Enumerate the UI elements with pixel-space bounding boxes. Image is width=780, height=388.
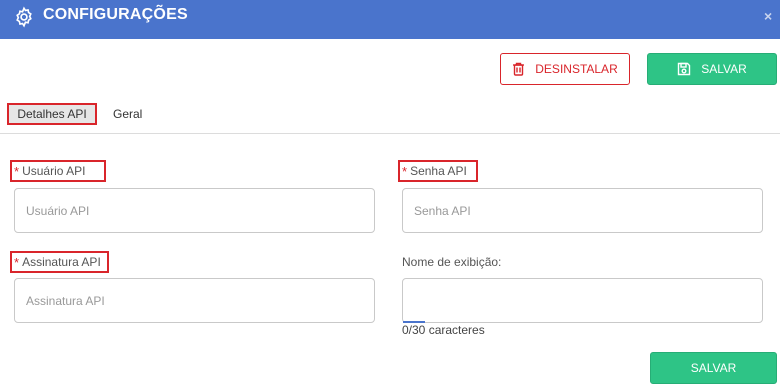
close-icon[interactable]: × [764,9,772,23]
user-api-label: * Usuário API [10,160,106,182]
dialog-title: CONFIGURAÇÕES [43,6,188,23]
uninstall-button-label: DESINSTALAR [535,62,618,76]
trash-icon [513,62,525,76]
required-marker: * [14,254,20,270]
password-api-placeholder: Senha API [414,203,471,218]
tabs-divider [0,133,780,134]
save-button-top[interactable]: SALVAR [647,53,777,85]
user-api-field[interactable]: Usuário API [14,188,375,233]
save-button-top-label: SALVAR [701,62,747,76]
display-name-label: Nome de exibição: [398,251,538,273]
user-api-placeholder: Usuário API [26,203,90,218]
tab-geral-label: Geral [113,107,143,121]
password-api-field[interactable]: Senha API [402,188,763,233]
signature-api-field[interactable]: Assinatura API [14,278,375,323]
password-api-label-text: Senha API [410,164,467,178]
display-name-label-text: Nome de exibição: [402,255,502,269]
signature-api-label-text: Assinatura API [22,255,101,269]
display-name-field[interactable] [402,278,763,323]
uninstall-button[interactable]: DESINSTALAR [500,53,630,85]
character-counter: 0/30 caracteres [402,323,485,337]
required-marker: * [14,163,20,179]
tab-geral[interactable]: Geral [113,103,142,125]
save-button-bottom-label: SALVAR [690,361,737,375]
tab-detalhes-api[interactable]: Detalhes API [7,103,97,125]
dialog-header: CONFIGURAÇÕES × [0,0,780,39]
password-api-label: * Senha API [398,160,478,182]
signature-api-label: * Assinatura API [10,251,109,273]
required-marker: * [402,163,408,179]
tab-detalhes-api-label: Detalhes API [17,107,87,121]
signature-api-placeholder: Assinatura API [26,293,105,308]
save-button-bottom[interactable]: SALVAR [650,352,777,384]
user-api-label-text: Usuário API [22,164,86,178]
floppy-disk-icon [678,62,691,76]
gear-icon [16,6,32,28]
